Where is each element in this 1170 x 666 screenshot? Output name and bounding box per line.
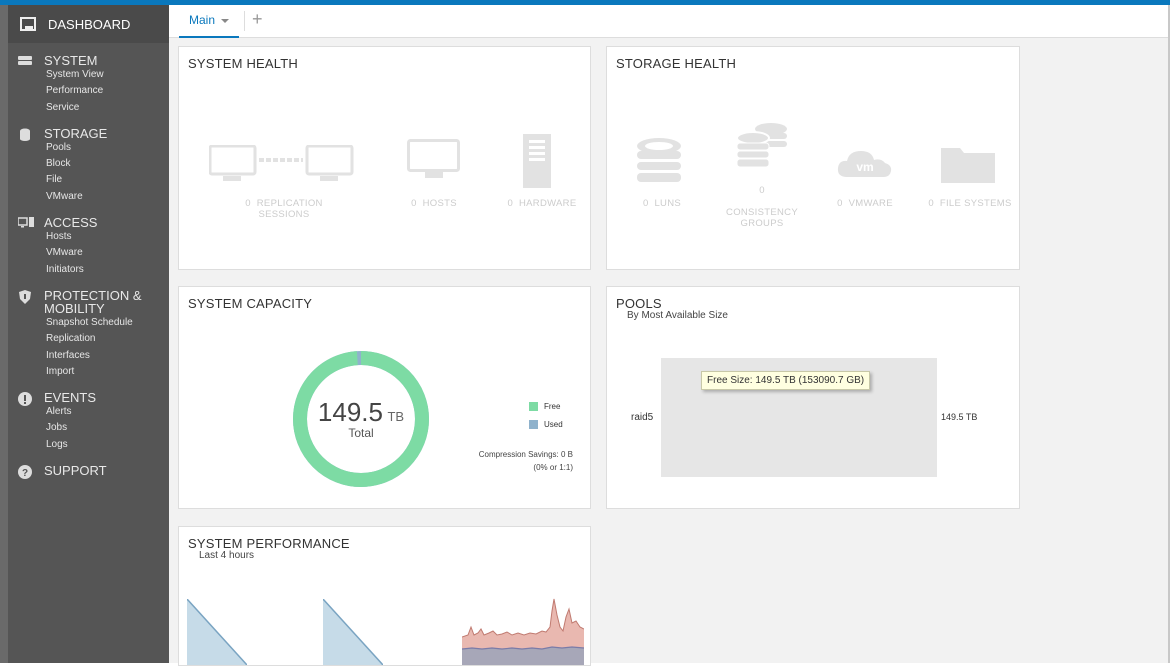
legend-free-swatch <box>529 402 538 412</box>
capacity-value: 149.5 <box>317 397 383 427</box>
sidebar-section-title: STORAGE <box>44 125 108 141</box>
sidebar-section-system[interactable]: SYSTEM <box>8 54 169 67</box>
panel-subtitle: Last 4 hours <box>199 550 255 561</box>
sidebar-item-vmware-access[interactable]: VMware <box>46 245 169 261</box>
panel-title: SYSTEM PERFORMANCE <box>188 536 350 551</box>
sidebar-section-access[interactable]: ACCESS <box>8 216 169 229</box>
panel-title: SYSTEM CAPACITY <box>188 296 313 311</box>
system-health-panel: SYSTEM HEALTH 0 REPLICATION SESSIONS 0 H… <box>178 46 591 270</box>
sidebar-item-initiators[interactable]: Initiators <box>46 262 169 278</box>
capacity-unit: TB <box>387 409 405 424</box>
sidebar-item-logs[interactable]: Logs <box>46 437 169 453</box>
consistency-groups-stat[interactable]: 0 CONSISTENCY GROUPS <box>712 185 812 229</box>
add-tab-button[interactable]: + <box>252 9 263 30</box>
sidebar-item-interfaces[interactable]: Interfaces <box>46 348 169 364</box>
sidebar-item-performance[interactable]: Performance <box>46 83 169 99</box>
tab-main[interactable]: Main <box>179 5 240 38</box>
server-icon <box>18 55 32 67</box>
vmware-stat[interactable]: 0 VMWARE <box>827 198 903 209</box>
sidebar-section-title: EVENTS <box>44 390 97 406</box>
folder-icon <box>941 148 995 183</box>
chevron-down-icon[interactable] <box>221 18 230 23</box>
sidebar-section-title: SUPPORT <box>44 463 107 479</box>
sidebar-item-snapshot-schedule[interactable]: Snapshot Schedule <box>46 315 169 331</box>
luns-stat[interactable]: 0 LUNS <box>627 198 697 209</box>
performance-sparkline-2 <box>323 599 383 665</box>
system-performance-panel: SYSTEM PERFORMANCE Last 4 hours <box>178 526 591 666</box>
sidebar-section-storage[interactable]: STORAGE <box>8 125 169 141</box>
sidebar-section-title: SYSTEM <box>44 53 98 68</box>
sidebar-item-dashboard[interactable]: DASHBOARD <box>8 5 169 43</box>
dashboard-main: SYSTEM HEALTH 0 REPLICATION SESSIONS 0 H… <box>169 38 1169 666</box>
hosts-stat[interactable]: 0 HOSTS <box>399 198 469 209</box>
host-monitor-icon <box>407 139 460 178</box>
performance-sparkline-3 <box>462 598 584 665</box>
performance-sparkline-1 <box>187 599 247 665</box>
pools-panel: POOLS By Most Available Size raid5 149.5… <box>606 286 1020 509</box>
sidebar-item-import[interactable]: Import <box>46 364 169 380</box>
window-edge <box>0 5 8 663</box>
sidebar-item-vmware[interactable]: VMware <box>46 189 169 205</box>
pool-tooltip: Free Size: 149.5 TB (153090.7 GB) <box>701 371 871 390</box>
shield-icon <box>18 289 32 304</box>
database-icon <box>18 128 32 141</box>
panel-title: STORAGE HEALTH <box>616 56 737 71</box>
replication-sessions-stat[interactable]: 0 REPLICATION SESSIONS <box>219 198 349 220</box>
pool-size-label: 149.5 TB <box>941 412 978 422</box>
sidebar-item-hosts[interactable]: Hosts <box>46 229 169 245</box>
capacity-total-label: Total <box>348 426 374 440</box>
legend-used: Used <box>529 420 563 430</box>
tab-bar: Main + <box>169 5 1169 38</box>
sidebar-section-protection[interactable]: PROTECTION & MOBILITY <box>8 289 169 315</box>
vmware-logo-text: vm <box>856 160 873 174</box>
legend-used-swatch <box>529 420 538 430</box>
consistency-groups-icon <box>736 123 787 168</box>
sidebar-section-title: ACCESS <box>44 215 98 231</box>
panel-title: POOLS <box>616 296 662 311</box>
compression-savings: Compression Savings: 0 B (0% or 1:1) <box>478 450 573 472</box>
legend-free: Free <box>529 402 560 412</box>
sidebar-item-replication[interactable]: Replication <box>46 331 169 347</box>
sidebar-item-pools[interactable]: Pools <box>46 140 169 156</box>
sidebar-item-block[interactable]: Block <box>46 156 169 172</box>
sidebar-item-jobs[interactable]: Jobs <box>46 420 169 436</box>
sidebar-item-file[interactable]: File <box>46 172 169 188</box>
sidebar-item-system-view[interactable]: System View <box>46 67 169 83</box>
file-systems-stat[interactable]: 0 FILE SYSTEMS <box>925 198 1015 209</box>
hardware-tower-icon <box>523 134 551 188</box>
panel-title: SYSTEM HEALTH <box>188 56 298 71</box>
replication-icon <box>209 145 354 181</box>
dashboard-icon <box>20 17 36 31</box>
sidebar-item-alerts[interactable]: Alerts <box>46 404 169 420</box>
storage-health-panel: STORAGE HEALTH 0 LUNS 0 CONSISTENCY GROUPS… <box>606 46 1020 270</box>
tab-divider <box>244 11 245 31</box>
sidebar-item-service[interactable]: Service <box>46 100 169 116</box>
panel-subtitle: By Most Available Size <box>627 310 728 321</box>
svg-text:?: ? <box>22 468 28 479</box>
system-capacity-panel: SYSTEM CAPACITY 149.5 TB Total Free Used… <box>178 286 591 509</box>
help-icon: ? <box>18 465 32 480</box>
hardware-stat[interactable]: 0 HARDWARE <box>497 198 587 209</box>
vmware-cloud-icon: vm <box>837 151 892 177</box>
sidebar-section-support[interactable]: ? SUPPORT <box>8 463 169 480</box>
capacity-total: 149.5 TB Total <box>311 397 411 440</box>
pool-name-label: raid5 <box>631 412 654 423</box>
tab-main-label: Main <box>189 13 216 27</box>
alert-icon <box>18 392 32 407</box>
luns-icon <box>637 138 681 182</box>
sidebar: DASHBOARD SYSTEM System View Performance… <box>8 5 169 663</box>
sidebar-section-events[interactable]: EVENTS <box>8 390 169 407</box>
sidebar-section-title: PROTECTION & MOBILITY <box>44 287 142 316</box>
sidebar-dashboard-label: DASHBOARD <box>48 16 131 32</box>
hosts-icon <box>17 217 34 229</box>
